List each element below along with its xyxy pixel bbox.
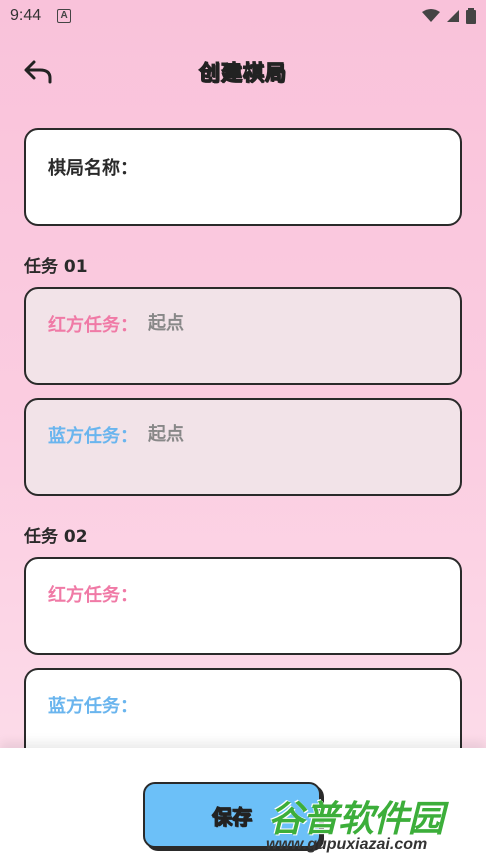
page-title: 创建棋局: [198, 60, 287, 85]
blue-task-value: 起点: [148, 424, 184, 445]
wifi-icon: [422, 9, 440, 22]
form-content: 棋局名称： 任务 01 红方任务： 起点 蓝方任务： 起点 任务 02 红方任务…: [24, 128, 462, 750]
watermark: 谷普软件园 www.gupuxiazai.com: [266, 790, 486, 864]
blue-task-label: 蓝方任务：: [48, 426, 138, 447]
task-01-title: 任务 01: [24, 257, 88, 277]
back-arrow-icon: [24, 60, 52, 84]
task-02-title: 任务 02: [24, 527, 88, 547]
notification-a-icon: A: [57, 9, 72, 23]
watermark-url: www.gupuxiazai.com: [266, 836, 428, 853]
status-bar: 9:44 A: [0, 0, 486, 32]
game-name-label: 棋局名称：: [48, 158, 138, 179]
game-name-field[interactable]: 棋局名称：: [24, 128, 462, 226]
watermark-logo-text: 谷普软件园: [268, 799, 444, 840]
save-button-label: 保存: [212, 804, 253, 829]
red-task-label: 红方任务：: [48, 585, 138, 606]
task-01-blue-field[interactable]: 蓝方任务： 起点: [24, 398, 462, 496]
back-button[interactable]: [20, 56, 56, 88]
red-task-label: 红方任务：: [48, 315, 138, 336]
task-02-red-field[interactable]: 红方任务：: [24, 557, 462, 655]
status-time: 9:44: [10, 7, 42, 24]
header: 创建棋局: [0, 48, 486, 96]
red-task-value: 起点: [148, 313, 184, 334]
blue-task-label: 蓝方任务：: [48, 696, 138, 717]
status-icons: [422, 8, 476, 24]
task-02-blue-field[interactable]: 蓝方任务：: [24, 668, 462, 750]
battery-icon: [466, 8, 476, 24]
task-01-red-field[interactable]: 红方任务： 起点: [24, 287, 462, 385]
signal-icon: [447, 10, 459, 22]
